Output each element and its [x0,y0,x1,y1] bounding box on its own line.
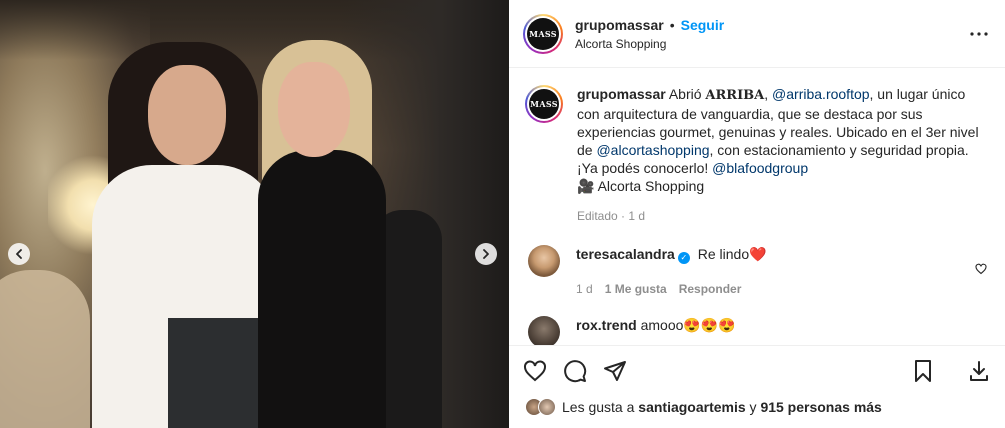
caption-brand: ARRIBA [705,88,765,103]
likes-summary: Les gusta a santiagoartemis y 915 person… [525,398,882,416]
caption-author-avatar[interactable]: MASS [525,85,563,123]
photo-woman1-skirt [168,318,268,428]
comment-time[interactable]: 1 d [576,280,593,298]
download-button[interactable] [967,359,991,383]
previous-photo-button[interactable] [8,243,30,265]
likes-user[interactable]: santiagoartemis [638,399,745,415]
caption-location-line: Alcorta Shopping [597,178,705,194]
bookmark-icon [915,359,931,382]
send-icon [604,360,626,381]
separator-dot: • [669,16,675,33]
camera-emoji-icon: 🎥 [577,178,595,194]
post-actions-bar [509,345,1005,395]
commenter-username[interactable]: rox.trend [576,317,637,333]
follow-button[interactable]: Seguir [681,17,725,33]
commenter-username[interactable]: teresacalandra [576,246,675,262]
caption-mention-arriba[interactable]: @arriba.rooftop [772,86,869,102]
post-location[interactable]: Alcorta Shopping [575,37,967,51]
more-options-button[interactable] [967,22,991,46]
commenter-avatar[interactable] [528,316,560,345]
comment-likes-count[interactable]: 1 Me gusta [605,280,667,298]
heart-icon [524,359,546,381]
caption-username[interactable]: grupomassar [577,86,666,102]
caption-text-1: Abrió [668,86,702,102]
comment-text: Re lindo❤️ [697,246,767,262]
comment-button[interactable] [563,359,587,383]
likes-joiner: y [749,399,757,415]
verified-badge-icon: ✓ [677,252,690,264]
caption-mention-alcorta[interactable]: @alcortashopping [596,142,709,158]
caption-meta: Editado · 1 d [577,209,646,223]
photo-woman2-face [278,62,350,157]
comment-item: rox.trend amooo😍😍😍 [525,316,989,345]
like-comment-heart-icon[interactable] [975,263,987,275]
comments-section[interactable]: MASS grupomassar Abrió ARRIBA, @arriba.r… [509,69,1005,345]
avatar-logo-text: MASS [529,89,559,119]
download-icon [970,360,988,381]
caption-body: grupomassar Abrió ARRIBA, @arriba.roofto… [577,85,987,225]
avatar-logo-text: MASS [527,17,559,50]
save-button[interactable] [911,359,935,383]
next-photo-button[interactable] [475,243,497,265]
likes-others[interactable]: 915 personas más [760,399,881,415]
post-header: MASS grupomassar • Seguir Alcorta Shoppi… [509,0,1005,68]
commenter-avatar[interactable] [528,245,560,277]
caption-text-2: , [764,86,769,102]
like-button[interactable] [523,359,547,383]
comment-text: amooo😍😍😍 [640,317,736,333]
post-photo[interactable] [0,0,509,428]
comment-actions: 1 d 1 Me gusta Responder [576,280,767,298]
share-button[interactable] [603,359,627,383]
post-side-panel: MASS grupomassar • Seguir Alcorta Shoppi… [509,0,1005,428]
photo-woman1-face [148,65,226,165]
photo-woman2-dress [258,150,386,428]
comment-reply-button[interactable]: Responder [679,280,742,298]
comment-item: teresacalandra ✓ Re lindo❤️ 1 d 1 Me gust… [525,245,989,298]
chevron-left-icon [16,249,22,259]
more-horizontal-icon [970,31,988,36]
likes-prefix: Les gusta a [562,399,635,415]
photo-background-person [0,270,90,428]
author-avatar[interactable]: MASS [523,13,563,54]
chevron-right-icon [483,249,489,259]
caption-mention-blafood[interactable]: @blafoodgroup [712,160,808,176]
comment-icon [564,359,587,382]
author-username[interactable]: grupomassar [575,17,664,33]
liker-avatar[interactable] [538,398,556,416]
post-caption: MASS grupomassar Abrió ARRIBA, @arriba.r… [525,85,989,225]
